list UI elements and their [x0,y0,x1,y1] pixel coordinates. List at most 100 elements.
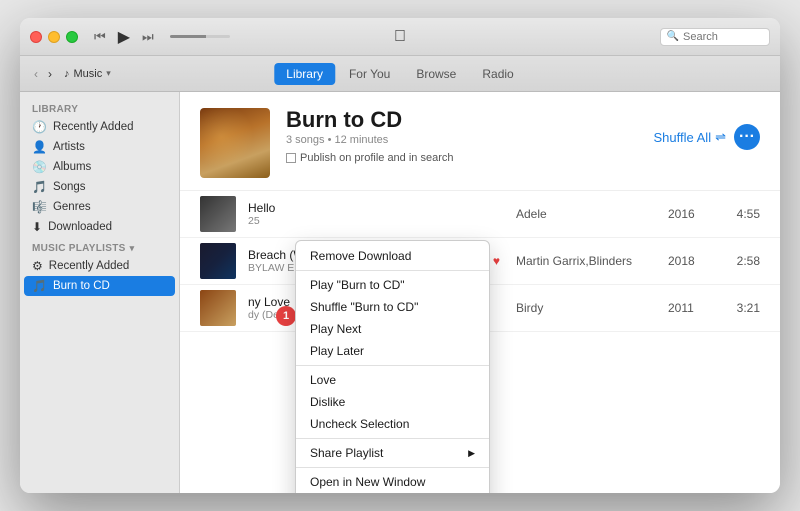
context-menu: Remove Download Play "Burn to CD" Shuffl… [295,240,490,493]
sidebar-item-downloaded[interactable]: ⬇ Downloaded [20,217,179,237]
apple-logo:  [394,28,406,46]
ctx-divider [296,270,489,271]
playlist-meta: 3 songs • 12 minutes [286,134,638,146]
person-icon: 👤 [32,140,47,154]
ctx-play-next[interactable]: Play Next [296,318,489,340]
song-artist: Martin Garrix,Blinders [516,254,656,268]
shuffle-icon: ⇌ [715,129,726,145]
song-artwork [200,196,236,232]
ctx-divider [296,438,489,439]
search-icon: 🔍 [667,31,679,42]
clock-icon: 🕐 [32,120,47,134]
rewind-button[interactable]: ⏮ [94,29,106,45]
song-duration: 3:21 [725,301,760,315]
sidebar-item-artists[interactable]: 👤 Artists [20,137,179,157]
publish-label: Publish on profile and in search [300,152,453,164]
playlists-section-title: Music Playlists [32,243,126,254]
ctx-dislike[interactable]: Dislike [296,391,489,413]
sidebar-item-genres[interactable]: 🎼 Genres [20,197,179,217]
disc-icon: 💿 [32,160,47,174]
library-section-title: Library [20,100,179,117]
playlist-info: Burn to CD 3 songs • 12 minutes Publish … [286,108,638,164]
ctx-play[interactable]: Play "Burn to CD" [296,274,489,296]
main-content: Library 🕐 Recently Added 👤 Artists 💿 Alb… [20,92,780,493]
ctx-remove-download[interactable]: Remove Download [296,245,489,267]
song-year: 2018 [668,254,713,268]
song-artist: Adele [516,207,656,221]
ctx-share-playlist[interactable]: Share Playlist [296,442,489,464]
minimize-button[interactable] [48,31,60,43]
song-artwork [200,290,236,326]
shuffle-button[interactable]: Shuffle All ⇌ [654,129,727,145]
playlists-section: Music Playlists ▾ [20,237,179,256]
search-box[interactable]: 🔍 [660,28,770,46]
publish-checkbox[interactable] [286,153,296,163]
playlist-artwork [200,108,270,178]
sidebar-item-label: Recently Added [53,121,134,133]
ctx-divider [296,467,489,468]
content-area: Burn to CD 3 songs • 12 minutes Publish … [180,92,780,493]
sidebar: Library 🕐 Recently Added 👤 Artists 💿 Alb… [20,92,180,493]
sidebar-item-songs[interactable]: 🎵 Songs [20,177,179,197]
song-artwork [200,243,236,279]
song-artist: Birdy [516,301,656,315]
navbar: ‹ › ♪ Music ▾ Library For You Browse Rad… [20,56,780,92]
tab-library[interactable]: Library [274,63,335,85]
song-title: Hello [248,201,504,215]
playback-controls: ⏮ ▶ ⏭ [94,27,230,47]
nav-arrows: ‹ › [30,65,56,83]
tab-for-you[interactable]: For You [337,63,402,85]
music-note-icon: ♪ [64,68,70,80]
step-badge-1: 1 [276,306,296,326]
maximize-button[interactable] [66,31,78,43]
ctx-love[interactable]: Love [296,369,489,391]
sidebar-item-recently-added[interactable]: 🕐 Recently Added [20,117,179,137]
sidebar-item-albums[interactable]: 💿 Albums [20,157,179,177]
ctx-divider [296,365,489,366]
song-row[interactable]: Hello 25 Adele 2016 4:55 [180,191,780,238]
music-note-icon: 🎵 [32,180,47,194]
playlists-expand-icon: ▾ [130,243,135,254]
tab-browse[interactable]: Browse [404,63,468,85]
ctx-play-later[interactable]: Play Later [296,340,489,362]
volume-slider[interactable] [170,35,230,38]
sidebar-item-burn-to-cd[interactable]: 🎵 Burn to CD [24,276,175,296]
titlebar: ⏮ ▶ ⏭  ☷ 🔍 [20,18,780,56]
download-icon: ⬇ [32,220,42,234]
sidebar-item-playlist-recently-added[interactable]: ⚙ Recently Added [20,256,179,276]
heart-icon: ♥ [493,254,500,268]
back-arrow[interactable]: ‹ [30,65,42,83]
sidebar-item-label: Downloaded [48,221,112,233]
sidebar-item-label: Albums [53,161,91,173]
ctx-shuffle[interactable]: Shuffle "Burn to CD" [296,296,489,318]
more-button[interactable]: ··· [734,124,760,150]
shuffle-label: Shuffle All [654,130,712,145]
song-year: 2016 [668,207,713,221]
playlist-header: Burn to CD 3 songs • 12 minutes Publish … [180,92,780,191]
sidebar-item-label: Recently Added [49,260,130,272]
forward-arrow[interactable]: › [44,65,56,83]
song-year: 2011 [668,301,713,315]
sidebar-item-label: Genres [53,201,91,213]
song-duration: 4:55 [725,207,760,221]
close-button[interactable] [30,31,42,43]
nav-source[interactable]: ♪ Music ▾ [64,68,111,80]
song-duration: 2:58 [725,254,760,268]
playlist-actions: Shuffle All ⇌ ··· [654,124,761,150]
play-button[interactable]: ▶ [118,27,130,47]
forward-button[interactable]: ⏭ [142,29,154,45]
playlist-title: Burn to CD [286,108,638,132]
traffic-lights [30,31,78,43]
music-icon: 🎵 [32,279,47,293]
nav-source-dropdown-icon: ▾ [106,68,111,79]
nav-tabs: Library For You Browse Radio [274,63,525,85]
sidebar-item-label: Burn to CD [53,280,110,292]
search-input[interactable] [683,31,763,43]
song-album: 25 [248,215,504,227]
notes-icon: 🎼 [32,200,47,214]
tab-radio[interactable]: Radio [470,63,525,85]
ctx-uncheck[interactable]: Uncheck Selection [296,413,489,435]
sidebar-item-label: Artists [53,141,85,153]
ctx-open-new-window[interactable]: Open in New Window [296,471,489,493]
gear-icon: ⚙ [32,259,43,273]
